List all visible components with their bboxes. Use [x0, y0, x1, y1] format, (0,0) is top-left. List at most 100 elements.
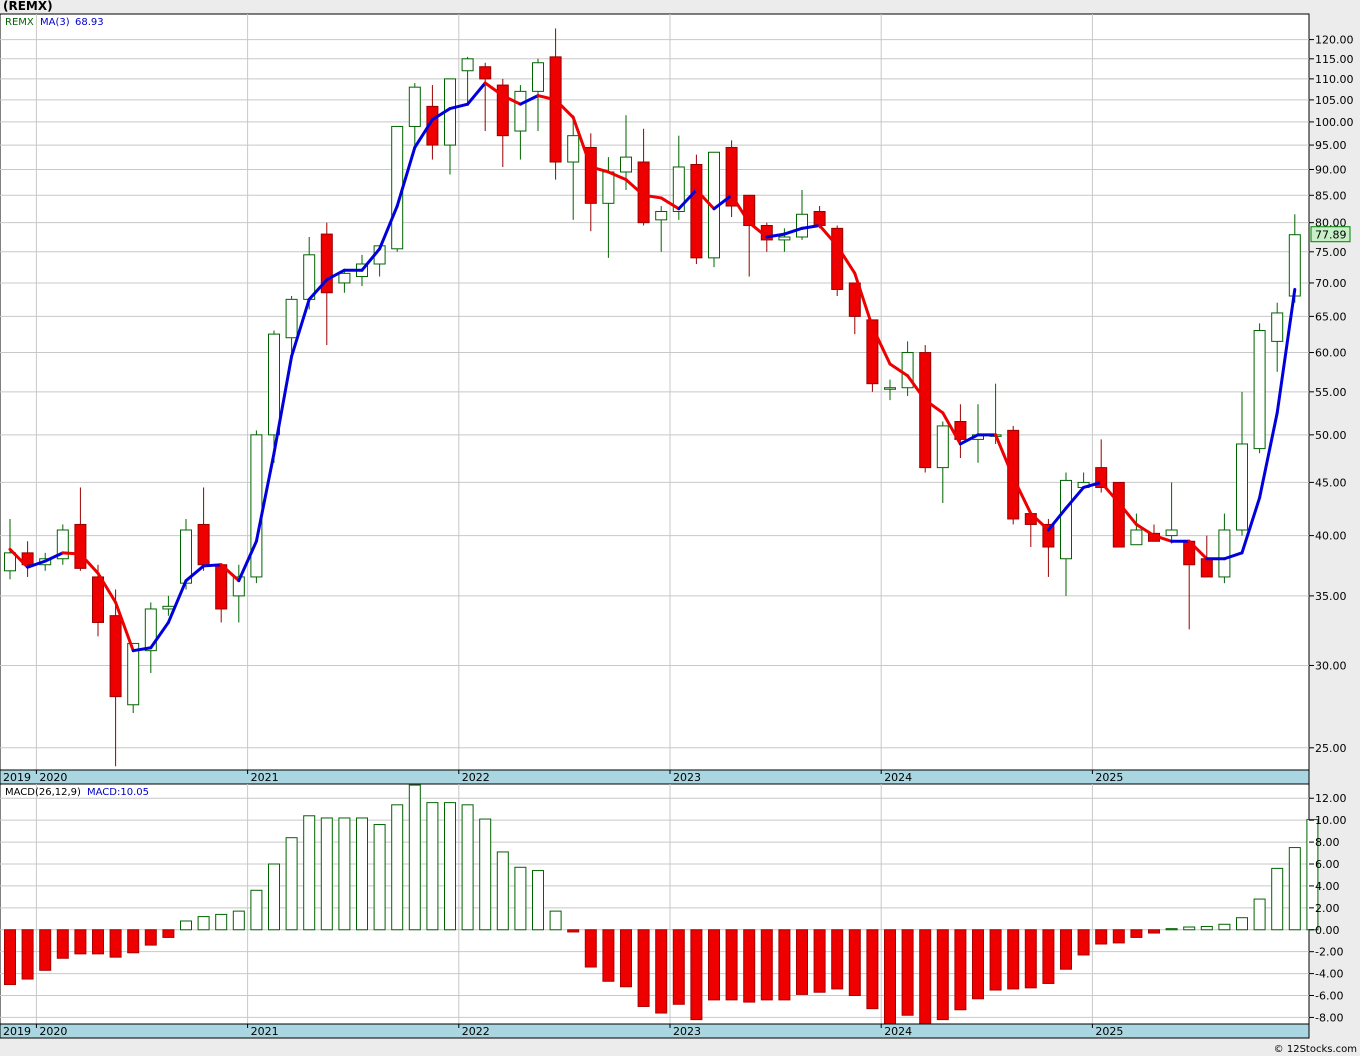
macd-bar: [215, 913, 228, 931]
candle-body: [1130, 529, 1143, 546]
year-label: 2021: [251, 771, 279, 784]
macd-bar: [672, 929, 685, 1005]
credit-text: © 12Stocks.com: [1273, 1044, 1357, 1055]
macd-bar: [197, 916, 210, 931]
candle-body: [1236, 443, 1248, 531]
macd-legend-value: MACD:10.05: [87, 787, 149, 798]
macd-y-tick-label: 0.00: [1315, 924, 1340, 937]
price-legend-ma-label: MA(3): [40, 17, 70, 28]
macd-y-tick-label: -2.00: [1315, 946, 1343, 959]
candle-body: [1288, 234, 1301, 297]
year-label: 2019: [3, 1025, 31, 1038]
price-y-tick-label: 55.00: [1315, 386, 1347, 399]
macd-bar: [268, 863, 280, 931]
macd-y-tick-label: 8.00: [1315, 836, 1340, 849]
price-y-tick-label: 75.00: [1315, 246, 1347, 259]
candle-body: [1253, 330, 1266, 450]
macd-bar: [1095, 929, 1108, 945]
price-y-tick-label: 120.00: [1315, 34, 1354, 47]
price-legend-symbol: REMX: [5, 17, 34, 28]
macd-bar: [1112, 929, 1125, 944]
last-price-label: 77.89: [1315, 229, 1347, 242]
year-label: 2024: [884, 771, 912, 784]
candle-body: [1200, 558, 1213, 578]
macd-bar: [1077, 929, 1090, 956]
candle-body: [549, 56, 562, 163]
candle-body: [514, 90, 527, 132]
candle-body: [831, 227, 844, 290]
macd-bar: [338, 817, 351, 931]
candle-body: [936, 425, 949, 469]
candle-body: [162, 605, 175, 610]
macd-bar: [285, 837, 298, 931]
price-y-tick-label: 45.00: [1315, 476, 1347, 489]
macd-bar: [1183, 926, 1196, 931]
macd-bar: [21, 929, 34, 980]
macd-y-tick-label: -4.00: [1315, 968, 1343, 981]
candle-body: [778, 236, 791, 241]
year-label: 2022: [462, 771, 490, 784]
macd-bar: [1007, 929, 1020, 990]
candle-body: [690, 163, 703, 259]
macd-bar: [1200, 925, 1213, 931]
macd-bar: [4, 929, 16, 986]
price-y-tick-label: 50.00: [1315, 429, 1347, 442]
macd-bar: [444, 802, 456, 931]
year-label: 2021: [251, 1025, 279, 1038]
macd-bar: [391, 804, 404, 931]
macd-bar: [620, 929, 632, 988]
year-label: 2025: [1095, 1025, 1123, 1038]
macd-bar: [373, 824, 386, 931]
candle-body: [303, 254, 316, 300]
macd-bar: [813, 929, 826, 993]
macd-bar: [655, 929, 668, 1014]
candle-body: [796, 213, 808, 238]
candle-body: [1271, 312, 1284, 342]
price-y-tick-label: 110.00: [1315, 73, 1354, 86]
macd-bar: [1218, 923, 1231, 931]
macd-bar: [127, 929, 140, 954]
candle-body: [813, 211, 826, 226]
macd-bar: [743, 929, 756, 1003]
candle-body: [268, 333, 280, 436]
year-label: 2020: [39, 771, 67, 784]
macd-bar: [778, 929, 791, 1001]
macd-bar: [92, 929, 104, 955]
macd-bar: [866, 929, 879, 1010]
macd-bar: [250, 889, 263, 931]
year-label: 2025: [1095, 771, 1123, 784]
macd-bar: [1271, 867, 1284, 931]
macd-bar: [408, 784, 421, 931]
year-label: 2019: [3, 771, 31, 784]
candle-body: [1060, 479, 1072, 560]
ma-segment: [202, 563, 223, 568]
year-label: 2023: [673, 771, 701, 784]
macd-bar: [919, 929, 932, 1027]
macd-bar: [725, 929, 738, 1001]
macd-bar: [532, 870, 544, 931]
candle-body: [408, 86, 421, 127]
candle-body: [1218, 529, 1231, 578]
macd-legend-label: MACD(26,12,9): [5, 787, 81, 798]
macd-bar: [708, 929, 720, 1001]
macd-y-tick-label: -6.00: [1315, 990, 1343, 1003]
chart-canvas: 25.00 30.00 35.00 40.00 45.00 50.00 55.00 60.00…: [0, 0, 1360, 1056]
price-legend-ma-value: 68.93: [75, 17, 104, 28]
price-y-tick-label: 25.00: [1315, 742, 1347, 755]
macd-bar: [584, 929, 597, 968]
macd-bar: [479, 818, 492, 931]
candle-body: [532, 62, 544, 92]
macd-bar: [74, 929, 87, 955]
macd-bar: [1024, 929, 1037, 989]
chart-title: (REMX): [3, 0, 53, 13]
macd-bar: [936, 929, 949, 1021]
macd-bar: [1148, 929, 1160, 934]
candle-body: [74, 523, 87, 569]
candle-body: [4, 552, 16, 572]
macd-y-tick-label: 6.00: [1315, 858, 1340, 871]
macd-y-tick-label: 12.00: [1315, 792, 1347, 805]
macd-bar: [760, 929, 773, 1001]
macd-bar: [56, 929, 69, 959]
candle-body: [92, 576, 104, 623]
candle-body: [461, 58, 474, 72]
